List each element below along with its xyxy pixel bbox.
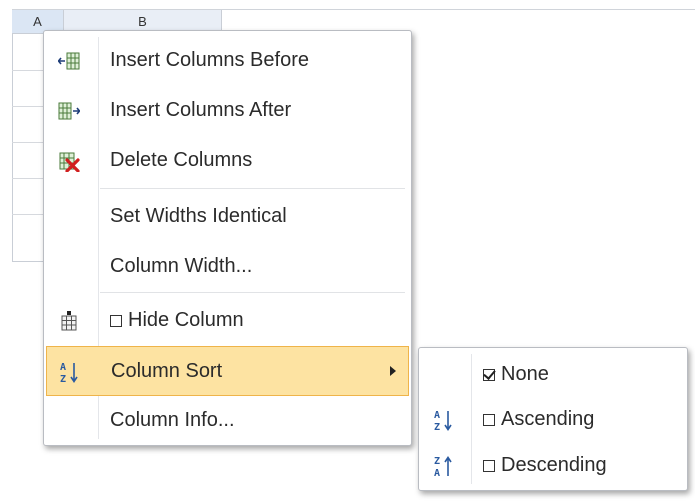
svg-text:Z: Z (434, 422, 440, 433)
sort-icon: A Z (59, 361, 81, 385)
menu-item-column-sort[interactable]: A Z Column Sort (46, 346, 409, 396)
menu-item-insert-columns-after[interactable]: Insert Columns After (46, 86, 409, 136)
none-checkbox[interactable] (483, 369, 495, 381)
svg-text:A: A (60, 362, 66, 373)
hide-column-checkbox[interactable] (110, 315, 122, 327)
menu-item-label: Insert Columns After (110, 99, 292, 121)
descending-checkbox[interactable] (483, 460, 495, 472)
menu-item-delete-columns[interactable]: Delete Columns (46, 136, 409, 186)
svg-text:Z: Z (434, 456, 440, 467)
menu-item-label: Column Sort (111, 360, 223, 382)
svg-text:A: A (434, 410, 440, 421)
column-sort-submenu: None A Z Ascending Z A Descending (418, 347, 688, 491)
menu-item-label: None (483, 363, 549, 386)
svg-text:Z: Z (60, 374, 66, 385)
submenu-item-none[interactable]: None (421, 352, 685, 398)
insert-columns-after-icon (58, 100, 81, 122)
menu-item-set-widths-identical[interactable]: Set Widths Identical (46, 192, 409, 242)
menu-item-label: Insert Columns Before (110, 49, 309, 71)
menu-item-insert-columns-before[interactable]: Insert Columns Before (46, 36, 409, 86)
submenu-item-ascending[interactable]: A Z Ascending (421, 397, 685, 443)
menu-item-label: Column Info... (110, 409, 235, 431)
menu-item-label: Descending (483, 454, 607, 477)
menu-separator (100, 292, 405, 293)
column-context-menu: Insert Columns Before Insert Columns Aft… (43, 30, 412, 446)
sort-ascending-icon: A Z (433, 409, 455, 433)
sort-descending-icon: Z A (433, 455, 455, 479)
menu-item-hide-column[interactable]: Hide Column (46, 296, 409, 346)
menu-item-label: Hide Column (110, 309, 244, 332)
insert-columns-before-icon (57, 50, 80, 72)
svg-text:A: A (434, 468, 440, 479)
ascending-checkbox[interactable] (483, 414, 495, 426)
submenu-arrow-icon (390, 366, 396, 376)
menu-item-label: Ascending (483, 408, 594, 431)
menu-separator (100, 188, 405, 189)
submenu-item-descending[interactable]: Z A Descending (421, 443, 685, 489)
menu-item-label: Column Width... (110, 255, 253, 277)
menu-item-label: Set Widths Identical (110, 205, 287, 227)
menu-item-column-info[interactable]: Column Info... (46, 396, 409, 446)
delete-columns-icon (58, 150, 80, 173)
hide-column-icon (58, 310, 80, 332)
menu-item-label: Delete Columns (110, 149, 253, 171)
menu-item-column-width[interactable]: Column Width... (46, 242, 409, 292)
grid-line (12, 34, 13, 262)
